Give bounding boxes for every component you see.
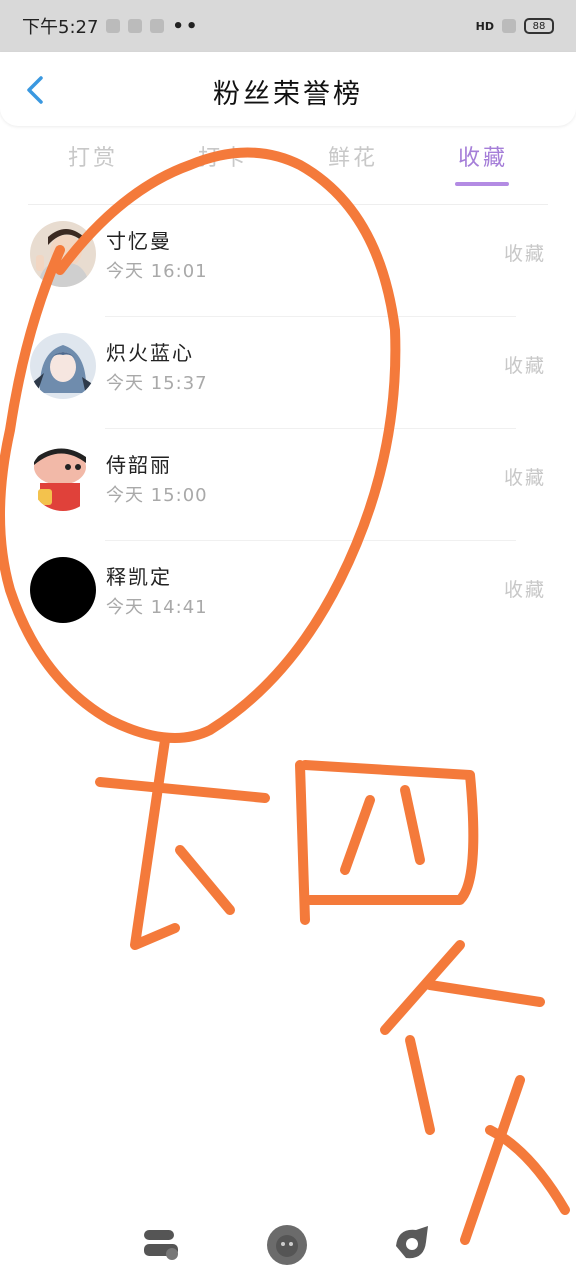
network-label: HD bbox=[475, 19, 494, 33]
favorite-label: 收藏 bbox=[503, 579, 546, 601]
fan-name: 寸忆曼 bbox=[106, 229, 172, 253]
signal-icon bbox=[502, 19, 516, 33]
status-bar: 下午5:27 •• HD 88 bbox=[0, 0, 576, 52]
avatar bbox=[30, 333, 96, 399]
fan-name: 释凯定 bbox=[106, 565, 172, 589]
fan-name: 炽火蓝心 bbox=[106, 341, 194, 365]
avatar bbox=[30, 445, 96, 511]
more-notifications-icon: •• bbox=[172, 15, 200, 37]
active-tab-indicator bbox=[455, 182, 509, 186]
page-title: 粉丝荣誉榜 bbox=[213, 79, 363, 110]
dock-shape-icon[interactable] bbox=[390, 1222, 434, 1266]
fan-name: 侍韶丽 bbox=[106, 453, 172, 477]
favorite-label: 收藏 bbox=[503, 467, 546, 489]
header: 粉丝荣誉榜 bbox=[0, 52, 576, 126]
status-left: 下午5:27 •• bbox=[22, 13, 199, 39]
list-item[interactable]: 侍韶丽 今天 15:00 收藏 bbox=[0, 429, 576, 541]
favorite-label: 收藏 bbox=[503, 355, 546, 377]
fan-time: 今天 14:41 bbox=[106, 597, 208, 618]
avatar bbox=[30, 221, 96, 287]
avatar bbox=[30, 557, 96, 623]
list-item[interactable]: 炽火蓝心 今天 15:37 收藏 bbox=[0, 317, 576, 429]
notification-icon bbox=[150, 19, 165, 33]
battery-icon: 88 bbox=[524, 18, 554, 34]
tab-reward[interactable]: 打赏 bbox=[68, 140, 118, 172]
fan-list: 寸忆曼 今天 16:01 收藏 炽火蓝心 今天 15:37 收藏 侍韶丽 今天 … bbox=[0, 205, 576, 653]
fan-time: 今天 15:00 bbox=[106, 485, 208, 506]
bottom-dock bbox=[0, 1212, 576, 1280]
list-item[interactable]: 释凯定 今天 14:41 收藏 bbox=[0, 541, 576, 653]
favorite-label: 收藏 bbox=[503, 243, 546, 265]
status-right: HD 88 bbox=[476, 18, 554, 34]
list-item[interactable]: 寸忆曼 今天 16:01 收藏 bbox=[0, 205, 576, 317]
screen: 下午5:27 •• HD 88 粉丝荣誉榜 打赏 打卡 鲜花 收藏 寸忆曼 今天… bbox=[0, 0, 576, 1280]
status-time: 下午5:27 bbox=[22, 17, 99, 38]
tab-favorites[interactable]: 收藏 bbox=[458, 140, 508, 172]
notification-icon bbox=[106, 19, 121, 33]
dock-lion-icon[interactable] bbox=[264, 1222, 310, 1268]
dock-app-icon[interactable] bbox=[140, 1222, 182, 1264]
tab-bar: 打赏 打卡 鲜花 收藏 bbox=[28, 134, 548, 205]
notification-icon bbox=[128, 19, 143, 33]
tab-flowers[interactable]: 鲜花 bbox=[328, 140, 378, 172]
fan-time: 今天 16:01 bbox=[106, 261, 208, 282]
tab-checkin[interactable]: 打卡 bbox=[198, 140, 248, 172]
fan-time: 今天 15:37 bbox=[106, 373, 208, 394]
